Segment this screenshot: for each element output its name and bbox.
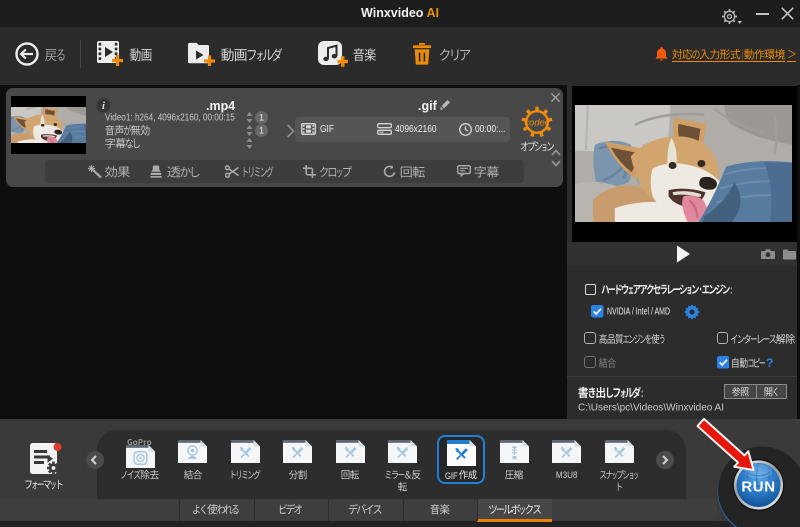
svg-text:codec: codec [524, 118, 550, 129]
svg-text:1: 1 [259, 113, 264, 123]
svg-text:1: 1 [259, 126, 264, 136]
svg-text:i: i [102, 101, 105, 112]
